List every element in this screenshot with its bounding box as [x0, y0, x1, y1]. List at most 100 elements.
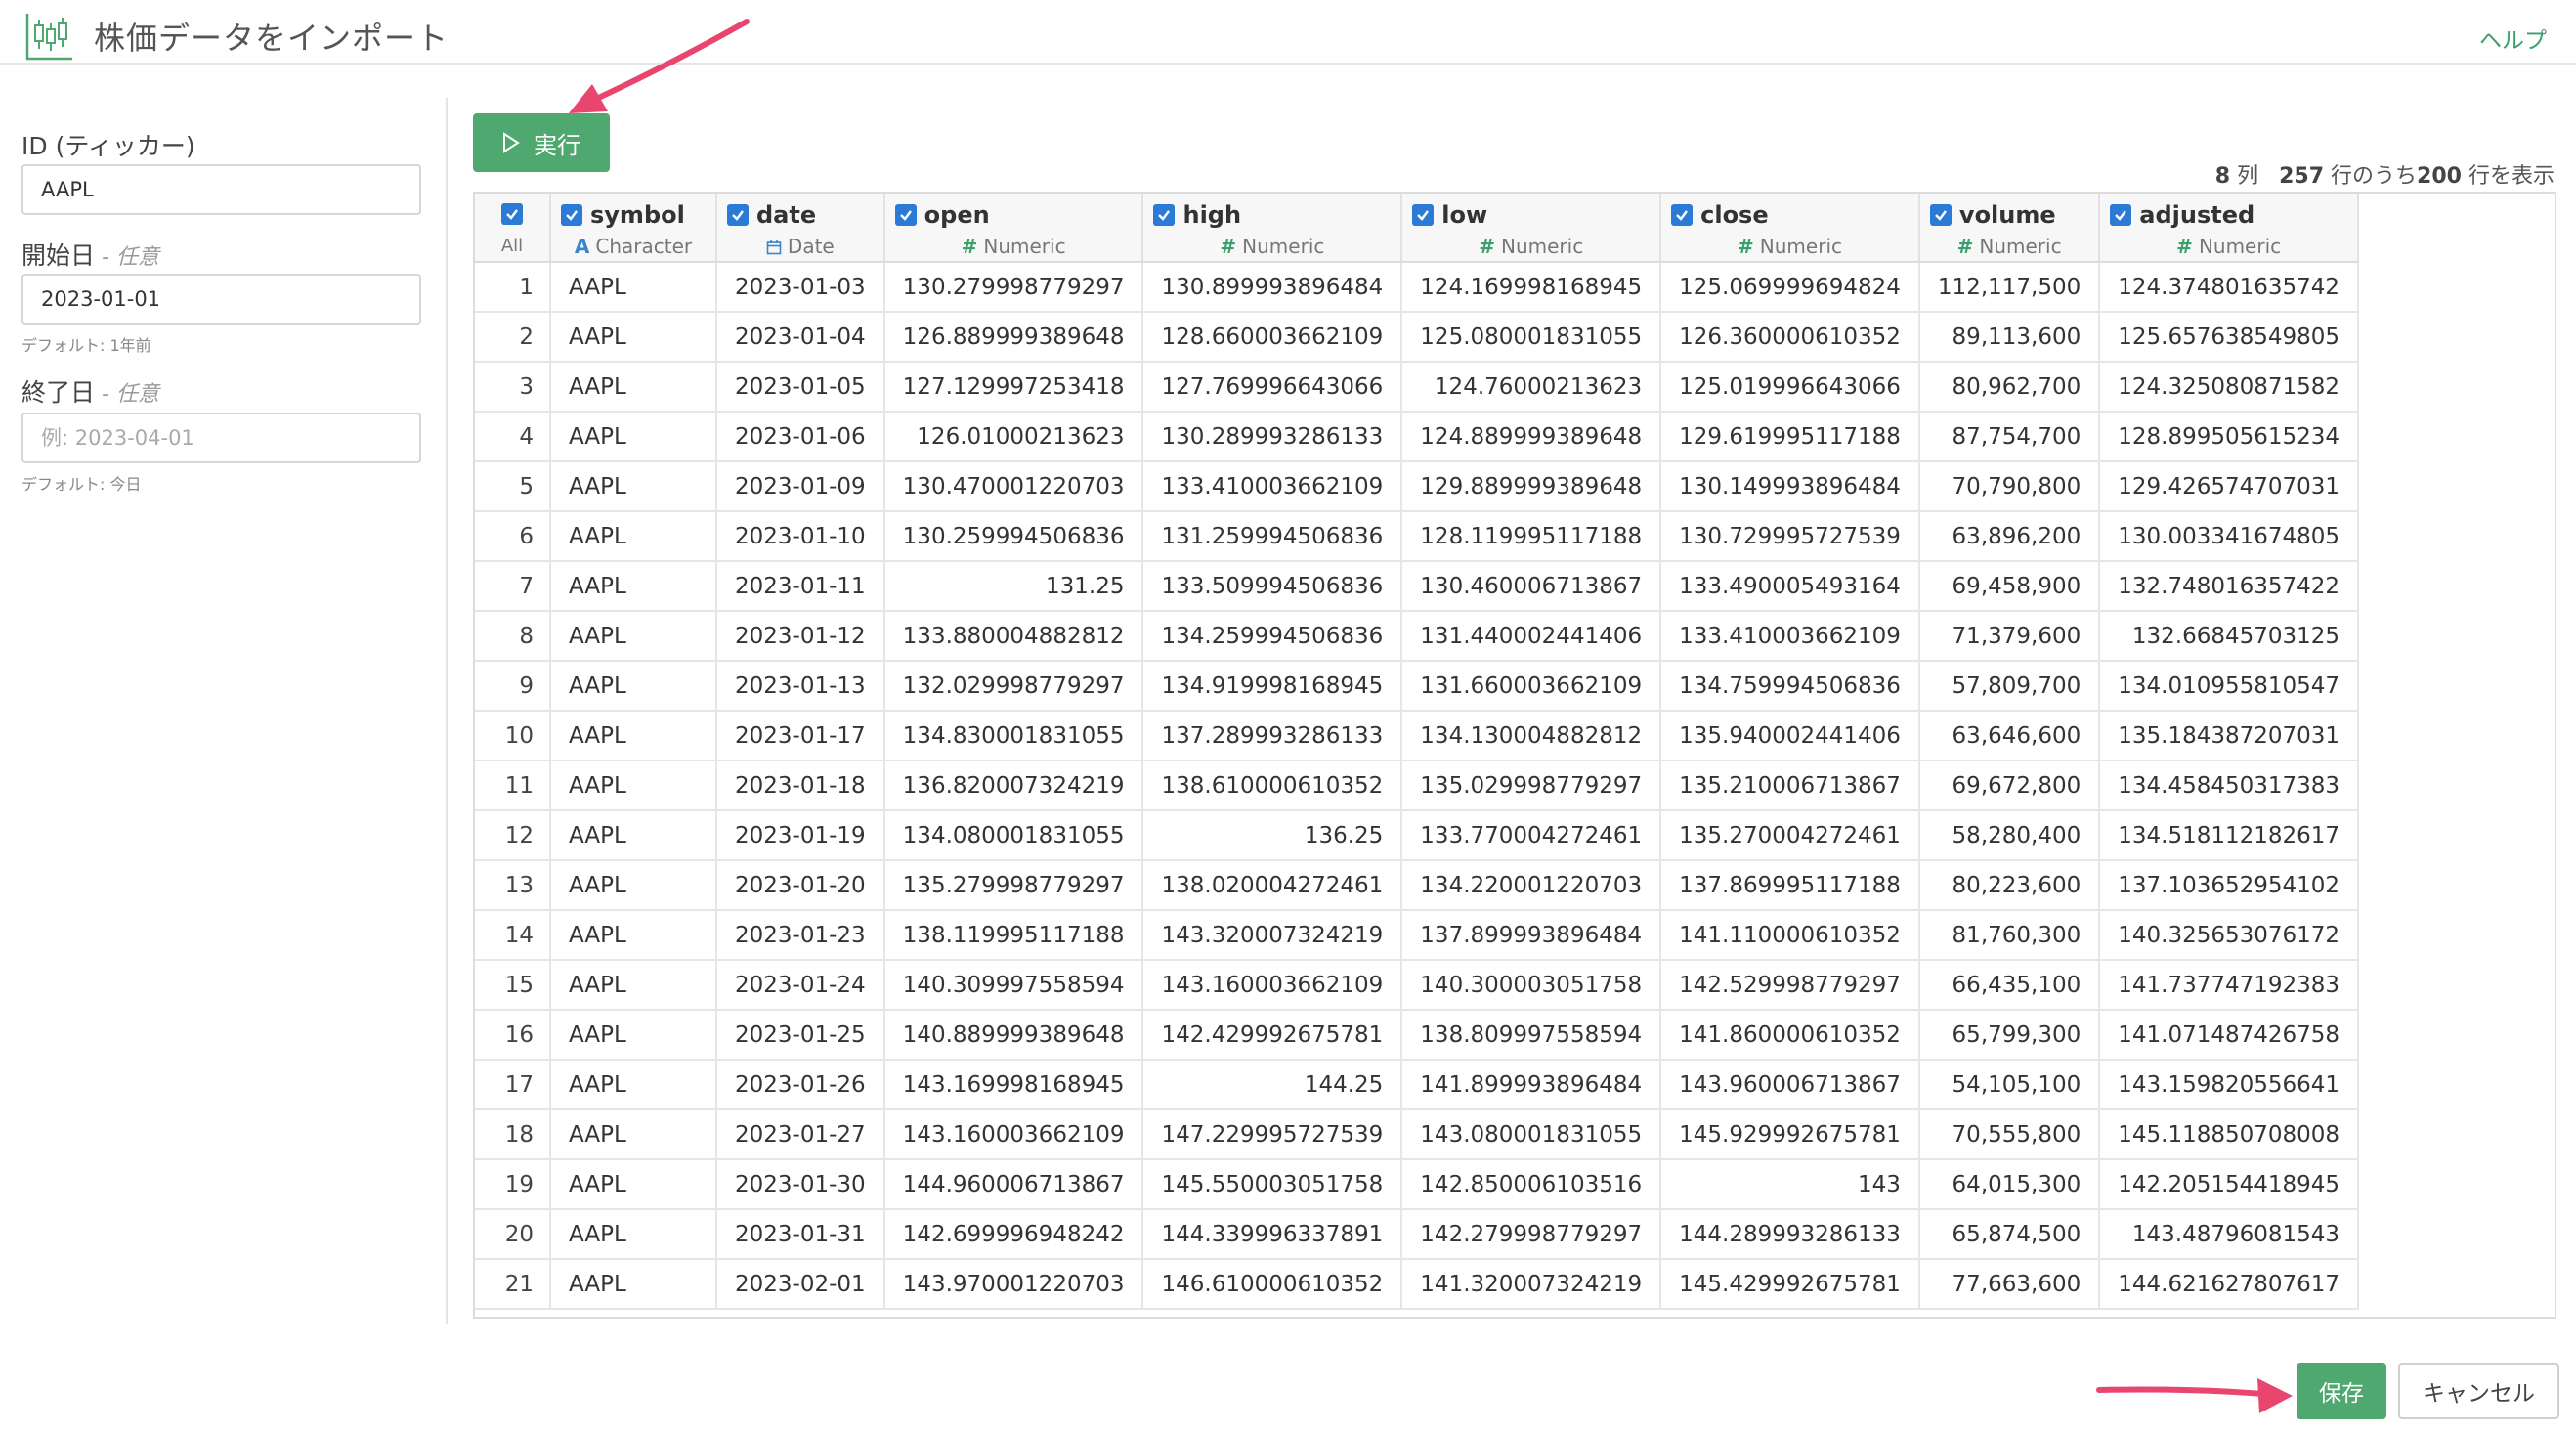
- table-row[interactable]: 2 AAPL 2023-01-04 126.889999389648 128.66000…: [475, 312, 2360, 363]
- table-row[interactable]: 20 AAPL 2023-01-31 142.699996948242 144.3399…: [475, 1209, 2360, 1260]
- cell-symbol: AAPL: [550, 1209, 717, 1260]
- column-checkbox[interactable]: [2110, 204, 2132, 226]
- run-button[interactable]: 実行: [473, 113, 610, 172]
- cell-low: 134.130004882812: [1401, 711, 1662, 761]
- cell-close: 135.940002441406: [1660, 711, 1920, 761]
- column-header-adjusted[interactable]: adjusted # Numeric: [2099, 194, 2360, 263]
- cell-adjusted: 135.184387207031: [2099, 711, 2360, 761]
- cell-date: 2023-01-31: [716, 1209, 885, 1260]
- parameter-sidebar: ID (ティッカー) 開始日 - 任意 デフォルト: 1年前 終了日 - 任意 …: [0, 98, 448, 1324]
- table-row[interactable]: 15 AAPL 2023-01-24 140.309997558594 143.1600…: [475, 960, 2360, 1011]
- column-checkbox[interactable]: [1412, 204, 1435, 226]
- column-name: volume: [1958, 201, 2056, 229]
- cancel-button[interactable]: キャンセル: [2398, 1363, 2559, 1419]
- cell-volume: 80,223,600: [1918, 860, 2101, 911]
- cell-volume: 70,790,800: [1918, 461, 2101, 512]
- row-number: 13: [475, 860, 551, 911]
- data-preview-table[interactable]: All symbol A Character date Date open # Nu…: [473, 192, 2556, 1319]
- column-header-high[interactable]: high # Numeric: [1142, 194, 1403, 263]
- column-type: Numeric: [2198, 235, 2282, 258]
- table-row[interactable]: 6 AAPL 2023-01-10 130.259994506836 131.25999…: [475, 511, 2360, 562]
- table-row[interactable]: 13 AAPL 2023-01-20 135.279998779297 138.0200…: [475, 860, 2360, 911]
- column-checkbox[interactable]: [1153, 204, 1176, 226]
- cell-open: 134.080001831055: [883, 810, 1144, 861]
- row-number: 1: [475, 262, 551, 313]
- cell-low: 141.320007324219: [1401, 1259, 1662, 1310]
- save-button[interactable]: 保存: [2297, 1363, 2386, 1419]
- cell-volume: 87,754,700: [1918, 412, 2101, 462]
- cell-close: 137.869995117188: [1660, 860, 1920, 911]
- column-name: date: [756, 201, 817, 229]
- cell-low: 133.770004272461: [1401, 810, 1662, 861]
- cell-date: 2023-01-23: [716, 910, 885, 961]
- cell-open: 134.830001831055: [883, 711, 1144, 761]
- table-row[interactable]: 8 AAPL 2023-01-12 133.880004882812 134.25999…: [475, 611, 2360, 662]
- table-row[interactable]: 7 AAPL 2023-01-11 131.25 133.509994506836 130…: [475, 561, 2360, 612]
- cell-volume: 71,379,600: [1918, 611, 2101, 662]
- cell-adjusted: 125.657638549805: [2099, 312, 2360, 363]
- cell-adjusted: 143.159820556641: [2099, 1060, 2360, 1110]
- table-row[interactable]: 21 AAPL 2023-02-01 143.970001220703 146.6100…: [475, 1259, 2360, 1310]
- cell-high: 134.259994506836: [1142, 611, 1403, 662]
- column-checkbox[interactable]: [894, 204, 917, 226]
- cell-high: 133.509994506836: [1142, 561, 1403, 612]
- cell-close: 129.619995117188: [1660, 412, 1920, 462]
- table-row[interactable]: 1 AAPL 2023-01-03 130.279998779297 130.89999…: [475, 262, 2360, 313]
- table-row[interactable]: 19 AAPL 2023-01-30 144.960006713867 145.5500…: [475, 1159, 2360, 1210]
- cell-adjusted: 141.071487426758: [2099, 1010, 2360, 1061]
- column-header-low[interactable]: low # Numeric: [1401, 194, 1662, 263]
- character-type-icon: A: [574, 235, 590, 258]
- table-header-row: All symbol A Character date Date open # Nu…: [475, 194, 2360, 263]
- cell-symbol: AAPL: [550, 561, 717, 612]
- column-type: Numeric: [1759, 235, 1842, 258]
- column-header-open[interactable]: open # Numeric: [883, 194, 1144, 263]
- table-row[interactable]: 16 AAPL 2023-01-25 140.889999389648 142.4299…: [475, 1010, 2360, 1061]
- table-row[interactable]: 4 AAPL 2023-01-06 126.01000213623 130.289993…: [475, 412, 2360, 462]
- cell-low: 131.440002441406: [1401, 611, 1662, 662]
- table-row[interactable]: 12 AAPL 2023-01-19 134.080001831055 136.25 13…: [475, 810, 2360, 861]
- row-number: 16: [475, 1010, 551, 1061]
- column-checkbox[interactable]: [727, 204, 749, 226]
- cell-low: 142.850006103516: [1401, 1159, 1662, 1210]
- cell-adjusted: 144.621627807617: [2099, 1259, 2360, 1310]
- cell-adjusted: 134.010955810547: [2099, 661, 2360, 712]
- start-date-input[interactable]: [21, 274, 421, 325]
- column-header-date[interactable]: date Date: [716, 194, 885, 263]
- cell-date: 2023-01-10: [716, 511, 885, 562]
- select-all-checkbox[interactable]: [501, 203, 523, 225]
- row-number: 9: [475, 661, 551, 712]
- cell-high: 128.660003662109: [1142, 312, 1403, 363]
- cell-close: 141.110000610352: [1660, 910, 1920, 961]
- numeric-type-icon: #: [1220, 235, 1237, 258]
- table-row[interactable]: 17 AAPL 2023-01-26 143.169998168945 144.25 14…: [475, 1060, 2360, 1110]
- row-number: 15: [475, 960, 551, 1011]
- table-row[interactable]: 10 AAPL 2023-01-17 134.830001831055 137.2899…: [475, 711, 2360, 761]
- row-number: 12: [475, 810, 551, 861]
- cell-volume: 65,874,500: [1918, 1209, 2101, 1260]
- table-row[interactable]: 18 AAPL 2023-01-27 143.160003662109 147.2299…: [475, 1109, 2360, 1160]
- table-row[interactable]: 14 AAPL 2023-01-23 138.119995117188 143.3200…: [475, 910, 2360, 961]
- column-checkbox[interactable]: [1929, 204, 1952, 226]
- column-name: close: [1700, 201, 1769, 229]
- column-checkbox[interactable]: [1671, 204, 1694, 226]
- column-type: Numeric: [1242, 235, 1325, 258]
- help-link[interactable]: ヘルプ: [2479, 22, 2547, 55]
- column-header-volume[interactable]: volume # Numeric: [1918, 194, 2101, 263]
- start-date-hint: デフォルト: 1年前: [21, 336, 151, 355]
- table-row[interactable]: 3 AAPL 2023-01-05 127.129997253418 127.76999…: [475, 362, 2360, 413]
- cell-close: 134.759994506836: [1660, 661, 1920, 712]
- table-row[interactable]: 11 AAPL 2023-01-18 136.820007324219 138.6100…: [475, 760, 2360, 811]
- column-checkbox[interactable]: [561, 204, 582, 226]
- select-all-header[interactable]: All: [475, 194, 551, 263]
- cell-open: 143.160003662109: [883, 1109, 1144, 1160]
- table-row[interactable]: 9 AAPL 2023-01-13 132.029998779297 134.91999…: [475, 661, 2360, 712]
- column-header-close[interactable]: close # Numeric: [1660, 194, 1920, 263]
- numeric-type-icon: #: [2176, 235, 2193, 258]
- ticker-input[interactable]: [21, 164, 421, 215]
- column-header-symbol[interactable]: symbol A Character: [550, 194, 717, 263]
- end-date-input[interactable]: [21, 413, 421, 463]
- table-row[interactable]: 5 AAPL 2023-01-09 130.470001220703 133.41000…: [475, 461, 2360, 512]
- cell-date: 2023-01-04: [716, 312, 885, 363]
- cell-close: 141.860000610352: [1660, 1010, 1920, 1061]
- cell-date: 2023-01-05: [716, 362, 885, 413]
